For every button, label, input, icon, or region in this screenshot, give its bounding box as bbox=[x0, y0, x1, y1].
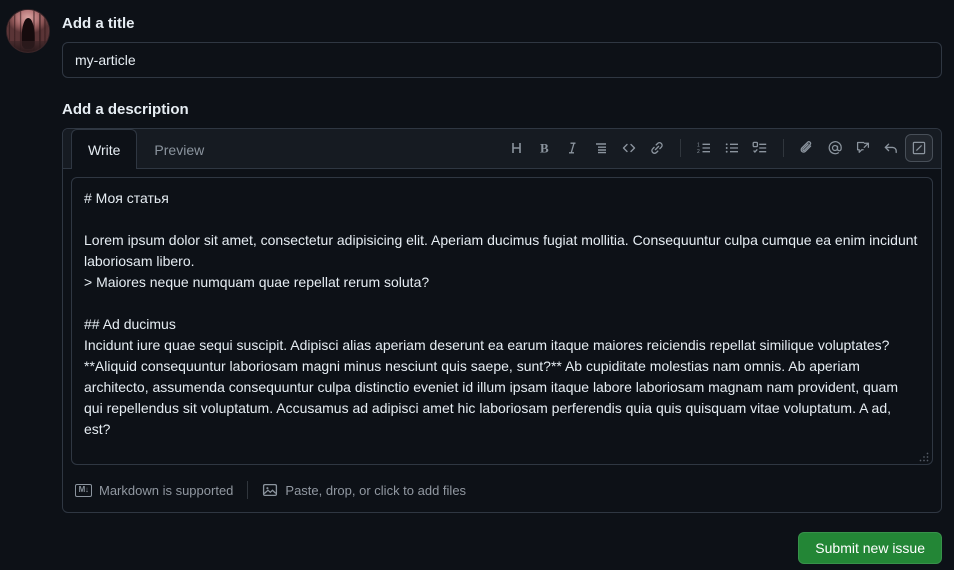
avatar-ground bbox=[7, 41, 49, 52]
comment-box: Write Preview B 1 2 # Моя статья Lorem i… bbox=[62, 128, 942, 513]
numbered-list-icon[interactable]: 1 2 bbox=[690, 134, 718, 162]
title-label: Add a title bbox=[62, 15, 135, 32]
code-icon[interactable] bbox=[615, 134, 643, 162]
toolbar-group-lists: 1 2 bbox=[690, 134, 774, 162]
reference-bubble-icon[interactable] bbox=[849, 134, 877, 162]
description-label: Add a description bbox=[62, 101, 189, 118]
quote-icon[interactable] bbox=[587, 134, 615, 162]
link-icon[interactable] bbox=[643, 134, 671, 162]
heading-icon[interactable] bbox=[503, 134, 531, 162]
toolbar-divider-1 bbox=[680, 139, 681, 157]
image-icon bbox=[262, 482, 278, 498]
submit-new-issue-button[interactable]: Submit new issue bbox=[798, 532, 942, 564]
editor-area bbox=[63, 169, 941, 468]
task-list-icon[interactable] bbox=[746, 134, 774, 162]
add-files-button[interactable]: Paste, drop, or click to add files bbox=[262, 482, 466, 498]
markdown-supported-label: Markdown is supported bbox=[99, 482, 234, 498]
description-textarea[interactable] bbox=[71, 177, 933, 465]
paperclip-icon[interactable] bbox=[793, 134, 821, 162]
comment-box-footer: M↓ Markdown is supported Paste, drop, or… bbox=[63, 468, 941, 512]
fullscreen-icon[interactable] bbox=[905, 134, 933, 162]
editor-tabbar: Write Preview B 1 2 bbox=[63, 129, 941, 169]
tab-preview[interactable]: Preview bbox=[137, 129, 221, 169]
title-input[interactable] bbox=[62, 42, 942, 78]
markdown-toolbar: B 1 2 bbox=[503, 129, 941, 168]
bulleted-list-icon[interactable] bbox=[718, 134, 746, 162]
markdown-icon: M↓ bbox=[75, 483, 92, 497]
new-issue-page: Add a title Add a description Write Prev… bbox=[0, 0, 954, 570]
add-files-label: Paste, drop, or click to add files bbox=[285, 482, 467, 498]
reply-arrow-icon[interactable] bbox=[877, 134, 905, 162]
toolbar-group-insert bbox=[793, 134, 933, 162]
form-actions: Submit new issue bbox=[798, 532, 942, 564]
issue-form: Add a title Add a description Write Prev… bbox=[62, 0, 942, 513]
markdown-supported-link[interactable]: M↓ Markdown is supported bbox=[75, 483, 233, 498]
toolbar-group-formatting: B bbox=[503, 134, 671, 162]
bold-icon[interactable]: B bbox=[531, 134, 559, 162]
mention-at-icon[interactable] bbox=[821, 134, 849, 162]
footer-divider bbox=[247, 481, 249, 499]
svg-text:2: 2 bbox=[697, 149, 700, 155]
italic-icon[interactable] bbox=[559, 134, 587, 162]
svg-text:1: 1 bbox=[697, 142, 700, 148]
toolbar-divider-2 bbox=[783, 139, 784, 157]
user-avatar bbox=[6, 9, 50, 53]
svg-text:B: B bbox=[540, 141, 549, 156]
tab-write[interactable]: Write bbox=[71, 129, 138, 169]
